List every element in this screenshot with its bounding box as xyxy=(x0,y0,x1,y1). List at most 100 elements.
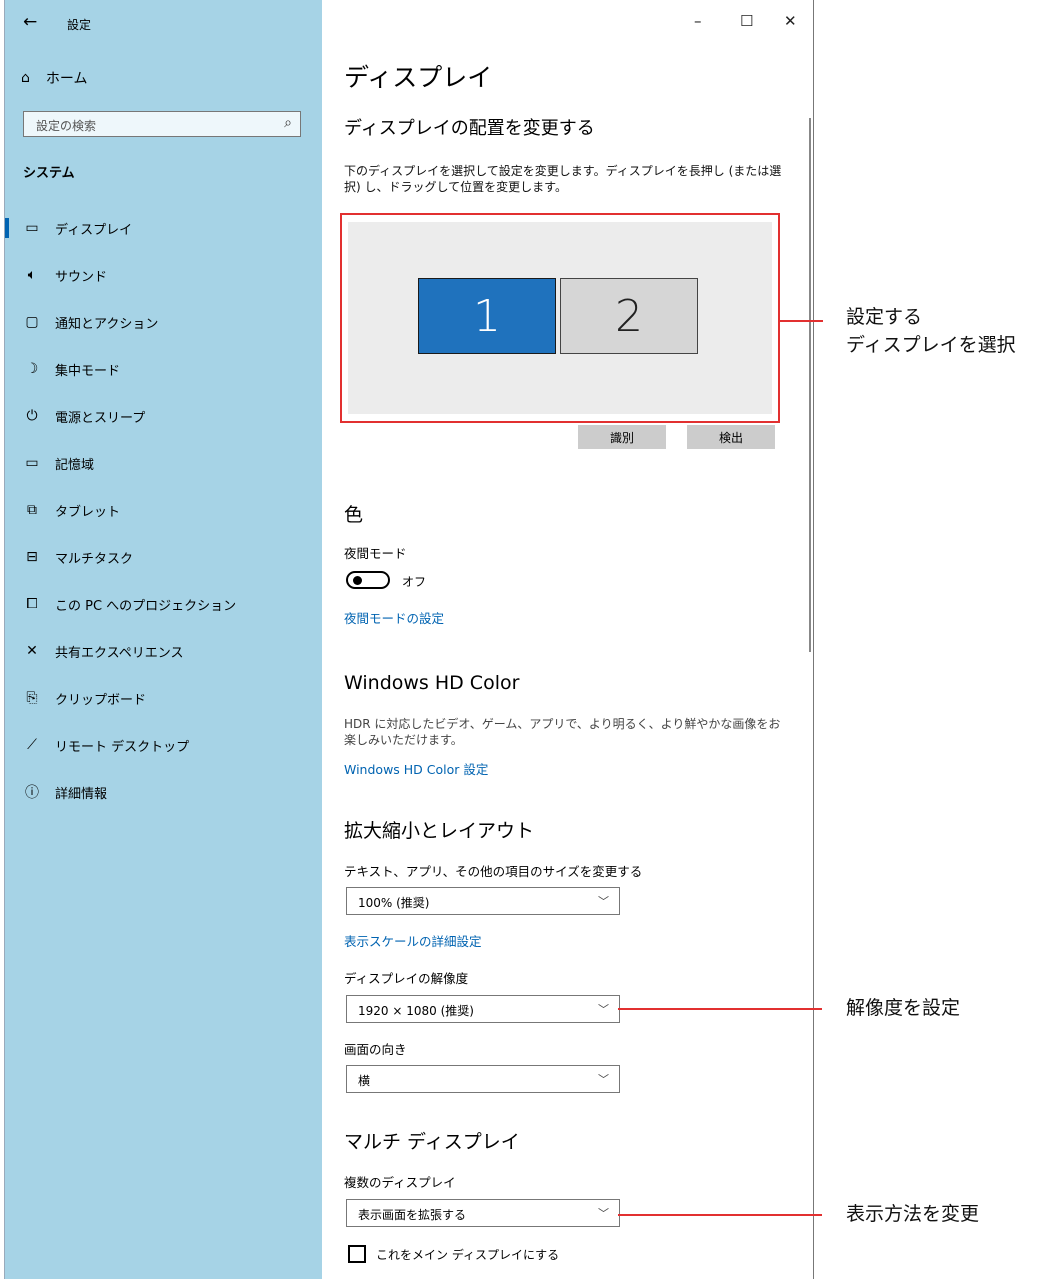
section-title: システム xyxy=(23,166,75,181)
callout-resolution: 解像度を設定 xyxy=(846,997,961,1019)
main-display-checkbox-label: これをメイン ディスプレイにする xyxy=(376,1248,560,1262)
sidebar-item-label: タブレット xyxy=(55,504,121,520)
sidebar-item-projection[interactable]: ⧠ この PC へのプロジェクション xyxy=(5,590,322,618)
sidebar-item-sound[interactable]: 🔈︎ サウンド xyxy=(5,261,322,289)
clipboard-icon: ⎘ xyxy=(26,690,38,706)
storage-icon: ▭ xyxy=(25,455,39,471)
sidebar-item-label: 通知とアクション xyxy=(55,316,159,332)
sidebar-item-label: ディスプレイ xyxy=(55,222,133,238)
sidebar: ← 設定 ⌂ ホーム 設定の検索 ⌕ システム ▭ ディスプレイ 🔈︎ サウンド… xyxy=(5,0,322,1279)
chevron-down-icon: ﹀ xyxy=(598,1207,609,1220)
callout-line-resolution xyxy=(618,1008,822,1010)
night-light-toggle[interactable] xyxy=(346,571,390,589)
sidebar-item-label: 共有エクスペリエンス xyxy=(55,645,184,661)
sidebar-item-shared[interactable]: ✕ 共有エクスペリエンス xyxy=(5,637,322,665)
sidebar-item-label: 詳細情報 xyxy=(55,786,108,802)
page-title: ディスプレイ xyxy=(344,63,493,92)
search-placeholder: 設定の検索 xyxy=(36,119,97,133)
multi-display-heading: マルチ ディスプレイ xyxy=(344,1131,520,1153)
callout-select-line2: ディスプレイを選択 xyxy=(846,334,1016,356)
scale-heading: 拡大縮小とレイアウト xyxy=(344,820,535,842)
settings-window: ← 設定 ⌂ ホーム 設定の検索 ⌕ システム ▭ ディスプレイ 🔈︎ サウンド… xyxy=(4,0,814,1279)
sidebar-item-label: 電源とスリープ xyxy=(55,410,146,426)
moon-icon: ☽ xyxy=(25,361,39,377)
hdr-heading: Windows HD Color xyxy=(344,672,520,694)
monitor-2[interactable]: 2 xyxy=(560,278,698,354)
sidebar-item-label: 記憶域 xyxy=(55,457,95,473)
callout-line-display-mode xyxy=(618,1214,822,1216)
chevron-down-icon: ﹀ xyxy=(598,1073,609,1086)
scale-dropdown[interactable]: 100% (推奨) ﹀ xyxy=(346,887,620,915)
power-icon: ⏻ xyxy=(26,408,38,424)
arrangement-heading: ディスプレイの配置を変更する xyxy=(344,118,595,139)
speaker-icon: 🔈︎ xyxy=(27,267,37,283)
sidebar-item-about[interactable]: ⓘ 詳細情報 xyxy=(5,778,322,806)
search-icon: ⌕ xyxy=(284,115,292,131)
sidebar-item-power[interactable]: ⏻ 電源とスリープ xyxy=(5,402,322,430)
sidebar-item-label: この PC へのプロジェクション xyxy=(55,598,237,614)
home-icon: ⌂ xyxy=(21,70,30,86)
sidebar-item-label: リモート デスクトップ xyxy=(55,739,190,755)
sidebar-item-clipboard[interactable]: ⎘ クリップボード xyxy=(5,684,322,712)
color-heading: 色 xyxy=(344,504,364,526)
orientation-label: 画面の向き xyxy=(344,1042,407,1057)
window-title: 設定 xyxy=(67,18,92,32)
sidebar-item-tablet[interactable]: ⧉ タブレット xyxy=(5,496,322,524)
minimize-button[interactable]: – xyxy=(694,12,702,30)
close-button[interactable]: ✕ xyxy=(784,12,797,30)
main-panel: – ☐ ✕ ディスプレイ ディスプレイの配置を変更する 下のディスプレイを選択し… xyxy=(322,0,813,1279)
multi-display-value: 表示画面を拡張する xyxy=(358,1208,467,1222)
chevron-down-icon: ﹀ xyxy=(598,895,609,908)
info-icon: ⓘ xyxy=(25,785,39,801)
resolution-label: ディスプレイの解像度 xyxy=(344,971,469,986)
main-display-checkbox[interactable] xyxy=(348,1245,366,1263)
sidebar-item-label: サウンド xyxy=(55,269,108,285)
text-size-label: テキスト、アプリ、その他の項目のサイズを変更する xyxy=(344,864,643,879)
sidebar-item-storage[interactable]: ▭ 記憶域 xyxy=(5,449,322,477)
night-light-state: オフ xyxy=(402,575,427,589)
sidebar-item-notifications[interactable]: ▢ 通知とアクション xyxy=(5,308,322,336)
sidebar-item-label: 集中モード xyxy=(55,363,121,379)
callout-line-select xyxy=(779,320,823,322)
multi-display-dropdown[interactable]: 表示画面を拡張する ﹀ xyxy=(346,1199,620,1227)
search-input[interactable]: 設定の検索 ⌕ xyxy=(23,111,301,137)
home-label: ホーム xyxy=(45,71,88,87)
hdr-description: HDR に対応したビデオ、ゲーム、アプリで、より明るく、より鮮やかな画像をお楽し… xyxy=(344,717,781,747)
scale-value: 100% (推奨) xyxy=(358,896,430,910)
sidebar-item-label: クリップボード xyxy=(55,692,147,708)
title-bar: ← 設定 xyxy=(5,0,322,48)
identify-button[interactable]: 識別 xyxy=(578,425,666,449)
sidebar-item-remote[interactable]: ⟋ リモート デスクトップ xyxy=(5,731,322,759)
night-light-settings-link[interactable]: 夜間モードの設定 xyxy=(344,608,444,627)
back-arrow-icon[interactable]: ← xyxy=(23,12,37,32)
hdr-settings-link[interactable]: Windows HD Color 設定 xyxy=(344,759,488,778)
remote-desktop-icon: ⟋ xyxy=(27,737,37,753)
monitor-icon: ▭ xyxy=(25,220,39,236)
orientation-value: 横 xyxy=(358,1074,371,1088)
shared-experience-icon: ✕ xyxy=(26,643,38,659)
projection-icon: ⧠ xyxy=(26,596,38,612)
sidebar-item-multitask[interactable]: ⊟ マルチタスク xyxy=(5,543,322,571)
sidebar-item-label: マルチタスク xyxy=(55,551,134,567)
resolution-dropdown[interactable]: 1920 × 1080 (推奨) ﹀ xyxy=(346,995,620,1023)
arrangement-description: 下のディスプレイを選択して設定を変更します。ディスプレイを長押し (または選択)… xyxy=(344,164,782,194)
night-light-label: 夜間モード xyxy=(344,546,407,561)
callout-select-line1: 設定する xyxy=(846,306,923,328)
multi-display-label: 複数のディスプレイ xyxy=(344,1175,456,1190)
chevron-down-icon: ﹀ xyxy=(598,1003,609,1016)
detect-button[interactable]: 検出 xyxy=(687,425,775,449)
callout-select-display: 設定する ディスプレイを選択 xyxy=(846,303,1016,359)
sidebar-item-display[interactable]: ▭ ディスプレイ xyxy=(5,214,322,242)
tablet-icon: ⧉ xyxy=(27,502,37,518)
notification-icon: ▢ xyxy=(25,314,39,330)
maximize-button[interactable]: ☐ xyxy=(740,12,753,30)
sidebar-item-focus[interactable]: ☽ 集中モード xyxy=(5,355,322,383)
scrollbar[interactable] xyxy=(809,118,811,652)
orientation-dropdown[interactable]: 横 ﹀ xyxy=(346,1065,620,1093)
toggle-knob xyxy=(353,576,362,585)
multitask-icon: ⊟ xyxy=(26,549,38,565)
sidebar-item-home[interactable]: ⌂ ホーム xyxy=(21,68,87,88)
monitor-1[interactable]: 1 xyxy=(418,278,556,354)
resolution-value: 1920 × 1080 (推奨) xyxy=(358,1004,474,1018)
advanced-scaling-link[interactable]: 表示スケールの詳細設定 xyxy=(344,931,482,950)
